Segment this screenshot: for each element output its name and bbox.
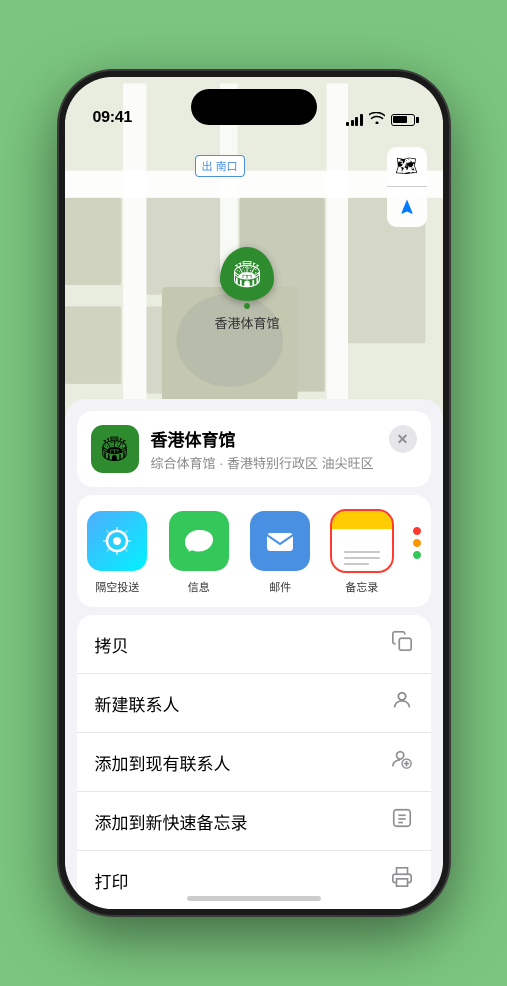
airdrop-label: 隔空投送 [95,579,139,595]
message-label: 信息 [188,579,210,595]
print-icon [391,866,413,894]
copy-icon [391,630,413,658]
marker-icon: 🏟 [230,259,263,290]
action-quick-note-label: 添加到新快速备忘录 [95,809,248,834]
share-notes[interactable]: 备忘录 [321,511,403,595]
bottom-sheet: 🏟 香港体育馆 综合体育馆 · 香港特别行政区 油尖旺区 ✕ [65,399,443,909]
notes-label: 备忘录 [345,579,378,595]
notes-line-3 [344,563,369,565]
action-list: 拷贝 新建联系人 [77,615,431,909]
battery-icon [391,114,415,126]
action-print-label: 打印 [95,868,129,893]
signal-bars-icon [346,114,363,126]
more-dots[interactable] [403,517,431,559]
share-actions-row: 隔空投送 信息 [77,495,431,607]
notes-selection-border [332,511,392,571]
venue-subtitle: 综合体育馆 · 香港特别行政区 油尖旺区 [151,453,417,472]
dot-green [413,551,421,559]
venue-logo: 🏟 [91,425,139,473]
notes-line-1 [344,551,380,553]
map-exit-label: 出 南口 [195,155,245,177]
action-new-contact[interactable]: 新建联系人 [77,674,431,733]
map-controls: 🗺 [387,147,427,227]
venue-logo-icon: 🏟 [99,435,129,464]
venue-card: 🏟 香港体育馆 综合体育馆 · 香港特别行政区 油尖旺区 ✕ [77,411,431,487]
map-type-button[interactable]: 🗺 [387,147,427,187]
venue-marker: 🏟 香港体育馆 [214,247,279,332]
venue-name: 香港体育馆 [151,426,417,451]
action-copy-label: 拷贝 [95,632,129,657]
action-add-existing[interactable]: 添加到现有联系人 [77,733,431,792]
airdrop-icon [87,511,147,571]
phone-screen: 09:41 [65,77,443,909]
dot-orange [413,539,421,547]
marker-pin: 🏟 [220,247,274,301]
venue-info: 香港体育馆 综合体育馆 · 香港特别行政区 油尖旺区 [151,426,417,472]
wifi-icon [369,112,385,127]
share-airdrop[interactable]: 隔空投送 [77,511,159,595]
marker-label: 香港体育馆 [214,313,279,332]
notes-lines [344,551,380,565]
action-add-existing-label: 添加到现有联系人 [95,750,231,775]
home-indicator [187,896,321,901]
phone-frame: 09:41 [59,71,449,915]
status-icons [346,112,415,127]
mail-label: 邮件 [269,579,291,595]
notes-icon [332,511,392,571]
action-new-contact-label: 新建联系人 [95,691,180,716]
dynamic-island [191,89,317,125]
action-copy[interactable]: 拷贝 [77,615,431,674]
new-contact-icon [391,689,413,717]
close-button[interactable]: ✕ [389,425,417,453]
share-message[interactable]: 信息 [158,511,240,595]
notes-line-2 [344,557,380,559]
exit-name: 南口 [216,161,238,173]
message-icon [169,511,229,571]
share-mail[interactable]: 邮件 [240,511,322,595]
mail-icon [250,511,310,571]
dot-red [413,527,421,535]
quick-note-icon [391,807,413,835]
exit-prefix: 出 [202,161,216,173]
action-quick-note[interactable]: 添加到新快速备忘录 [77,792,431,851]
location-button[interactable] [387,187,427,227]
add-existing-icon [391,748,413,776]
status-time: 09:41 [93,109,132,127]
